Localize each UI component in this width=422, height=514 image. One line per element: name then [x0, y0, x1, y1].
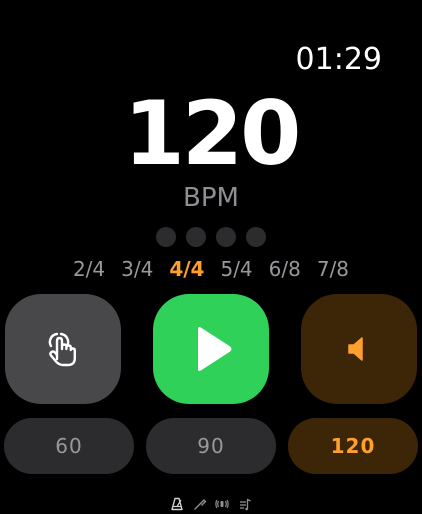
- time-signature-3-4[interactable]: 3/4: [121, 256, 153, 282]
- time-signature-4-4[interactable]: 4/4: [169, 256, 204, 282]
- clock: 01:29: [295, 42, 382, 77]
- sound-button[interactable]: [301, 294, 417, 404]
- time-signature-6-8[interactable]: 6/8: [269, 256, 301, 282]
- tempo-unit: BPM: [183, 183, 239, 213]
- play-button[interactable]: [153, 294, 269, 404]
- tempo-value: 120: [123, 82, 302, 185]
- preset-60-button[interactable]: 60: [4, 418, 134, 474]
- preset-90-button[interactable]: 90: [146, 418, 276, 474]
- beat-dot: [216, 227, 236, 247]
- beat-dot: [156, 227, 176, 247]
- tap-hand-icon: [48, 332, 76, 367]
- bottom-status-icons: [170, 496, 252, 511]
- time-signature-7-8[interactable]: 7/8: [317, 256, 349, 282]
- metronome-icon: [170, 496, 184, 511]
- haptic-icon: [215, 496, 230, 510]
- play-icon: [198, 327, 232, 371]
- tuning-fork-icon: [193, 496, 207, 510]
- tap-tempo-button[interactable]: [5, 294, 121, 404]
- audio-output-icon: [238, 496, 252, 511]
- time-signature-selector: 2/4 3/4 4/4 5/4 6/8 7/8: [0, 256, 422, 282]
- beat-indicators: [156, 227, 266, 247]
- beat-dot: [186, 227, 206, 247]
- speaker-icon: [348, 337, 363, 361]
- preset-120-button[interactable]: 120: [288, 418, 418, 474]
- time-signature-5-4[interactable]: 5/4: [220, 256, 252, 282]
- beat-dot: [246, 227, 266, 247]
- time-signature-2-4[interactable]: 2/4: [73, 256, 105, 282]
